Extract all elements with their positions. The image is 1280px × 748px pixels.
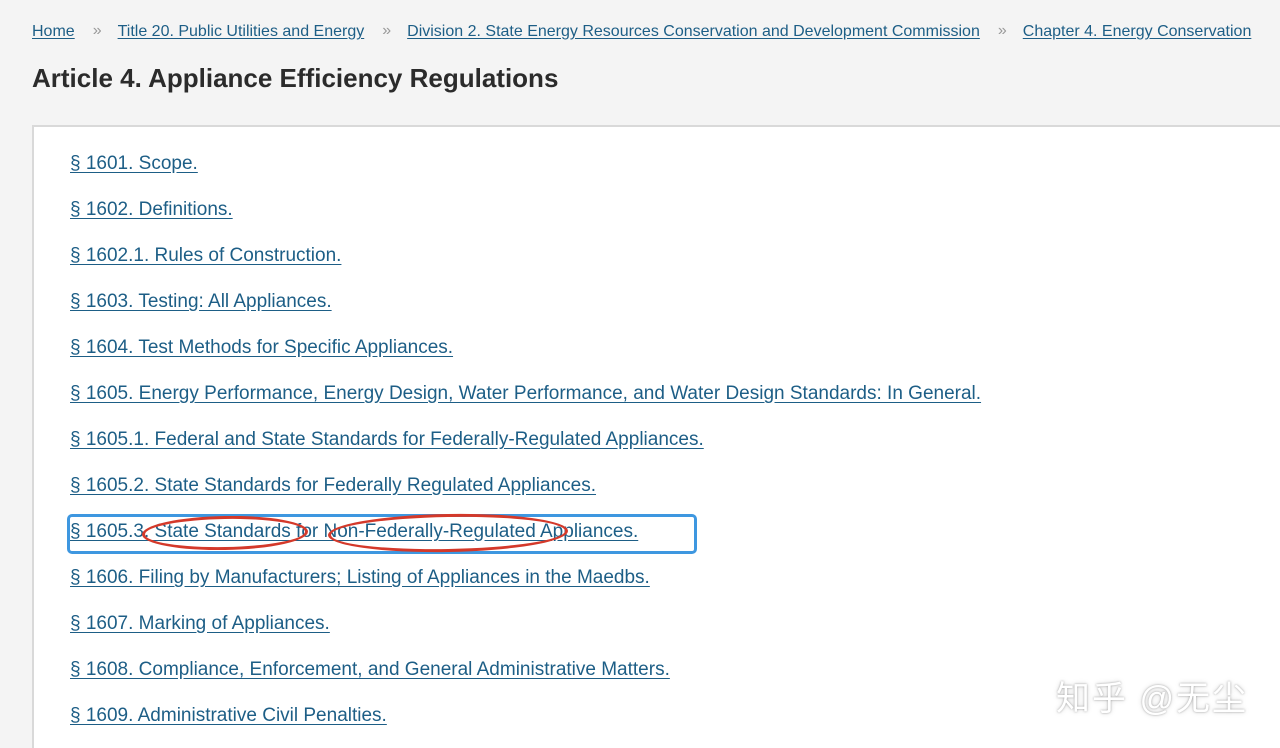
breadcrumb-separator-icon: »	[92, 22, 102, 39]
section-link-1602[interactable]: § 1602. Definitions.	[70, 199, 233, 220]
list-item: § 1603. Testing: All Appliances.	[70, 289, 981, 335]
list-item: § 1604. Test Methods for Specific Applia…	[70, 335, 981, 381]
section-link-1607[interactable]: § 1607. Marking of Appliances.	[70, 613, 330, 634]
section-link-1605-1[interactable]: § 1605.1. Federal and State Standards fo…	[70, 429, 704, 450]
list-item: § 1607. Marking of Appliances.	[70, 611, 981, 657]
section-link-1605-2[interactable]: § 1605.2. State Standards for Federally …	[70, 475, 596, 496]
breadcrumb-division-2-link[interactable]: Division 2. State Energy Resources Conse…	[407, 23, 980, 41]
list-item: § 1606. Filing by Manufacturers; Listing…	[70, 565, 981, 611]
section-link-1606[interactable]: § 1606. Filing by Manufacturers; Listing…	[70, 567, 650, 588]
breadcrumb-home-link[interactable]: Home	[32, 23, 75, 41]
section-link-1609[interactable]: § 1609. Administrative Civil Penalties.	[70, 705, 387, 726]
list-item: § 1605. Energy Performance, Energy Desig…	[70, 381, 981, 427]
section-link-1605-3[interactable]: § 1605.3. State Standards for Non-Federa…	[70, 521, 638, 542]
breadcrumb-separator-icon: »	[382, 22, 392, 39]
section-link-1603[interactable]: § 1603. Testing: All Appliances.	[70, 291, 332, 312]
section-link-1604[interactable]: § 1604. Test Methods for Specific Applia…	[70, 337, 453, 358]
list-item: § 1605.1. Federal and State Standards fo…	[70, 427, 981, 473]
page-title: Article 4. Appliance Efficiency Regulati…	[32, 63, 559, 93]
section-list: § 1601. Scope. § 1602. Definitions. § 16…	[70, 151, 981, 748]
breadcrumb: Home » Title 20. Public Utilities and En…	[32, 20, 1251, 44]
breadcrumb-chapter-4-link[interactable]: Chapter 4. Energy Conservation	[1023, 23, 1252, 41]
breadcrumb-separator-icon: »	[997, 22, 1007, 39]
list-item: § 1601. Scope.	[70, 151, 981, 197]
list-item: § 1608. Compliance, Enforcement, and Gen…	[70, 657, 981, 703]
list-item: § 1609. Administrative Civil Penalties.	[70, 703, 981, 748]
list-item: § 1602.1. Rules of Construction.	[70, 243, 981, 289]
list-item: § 1605.2. State Standards for Federally …	[70, 473, 981, 519]
section-link-1608[interactable]: § 1608. Compliance, Enforcement, and Gen…	[70, 659, 670, 680]
list-item: § 1602. Definitions.	[70, 197, 981, 243]
list-item: § 1605.3. State Standards for Non-Federa…	[70, 519, 981, 565]
breadcrumb-title-20-link[interactable]: Title 20. Public Utilities and Energy	[118, 23, 365, 41]
zhihu-watermark: 知乎 @无尘	[1056, 680, 1248, 718]
page: Home » Title 20. Public Utilities and En…	[0, 0, 1280, 748]
section-link-1602-1[interactable]: § 1602.1. Rules of Construction.	[70, 245, 341, 266]
content-panel: § 1601. Scope. § 1602. Definitions. § 16…	[32, 125, 1280, 748]
section-link-1605[interactable]: § 1605. Energy Performance, Energy Desig…	[70, 383, 981, 404]
section-link-1601[interactable]: § 1601. Scope.	[70, 153, 198, 174]
